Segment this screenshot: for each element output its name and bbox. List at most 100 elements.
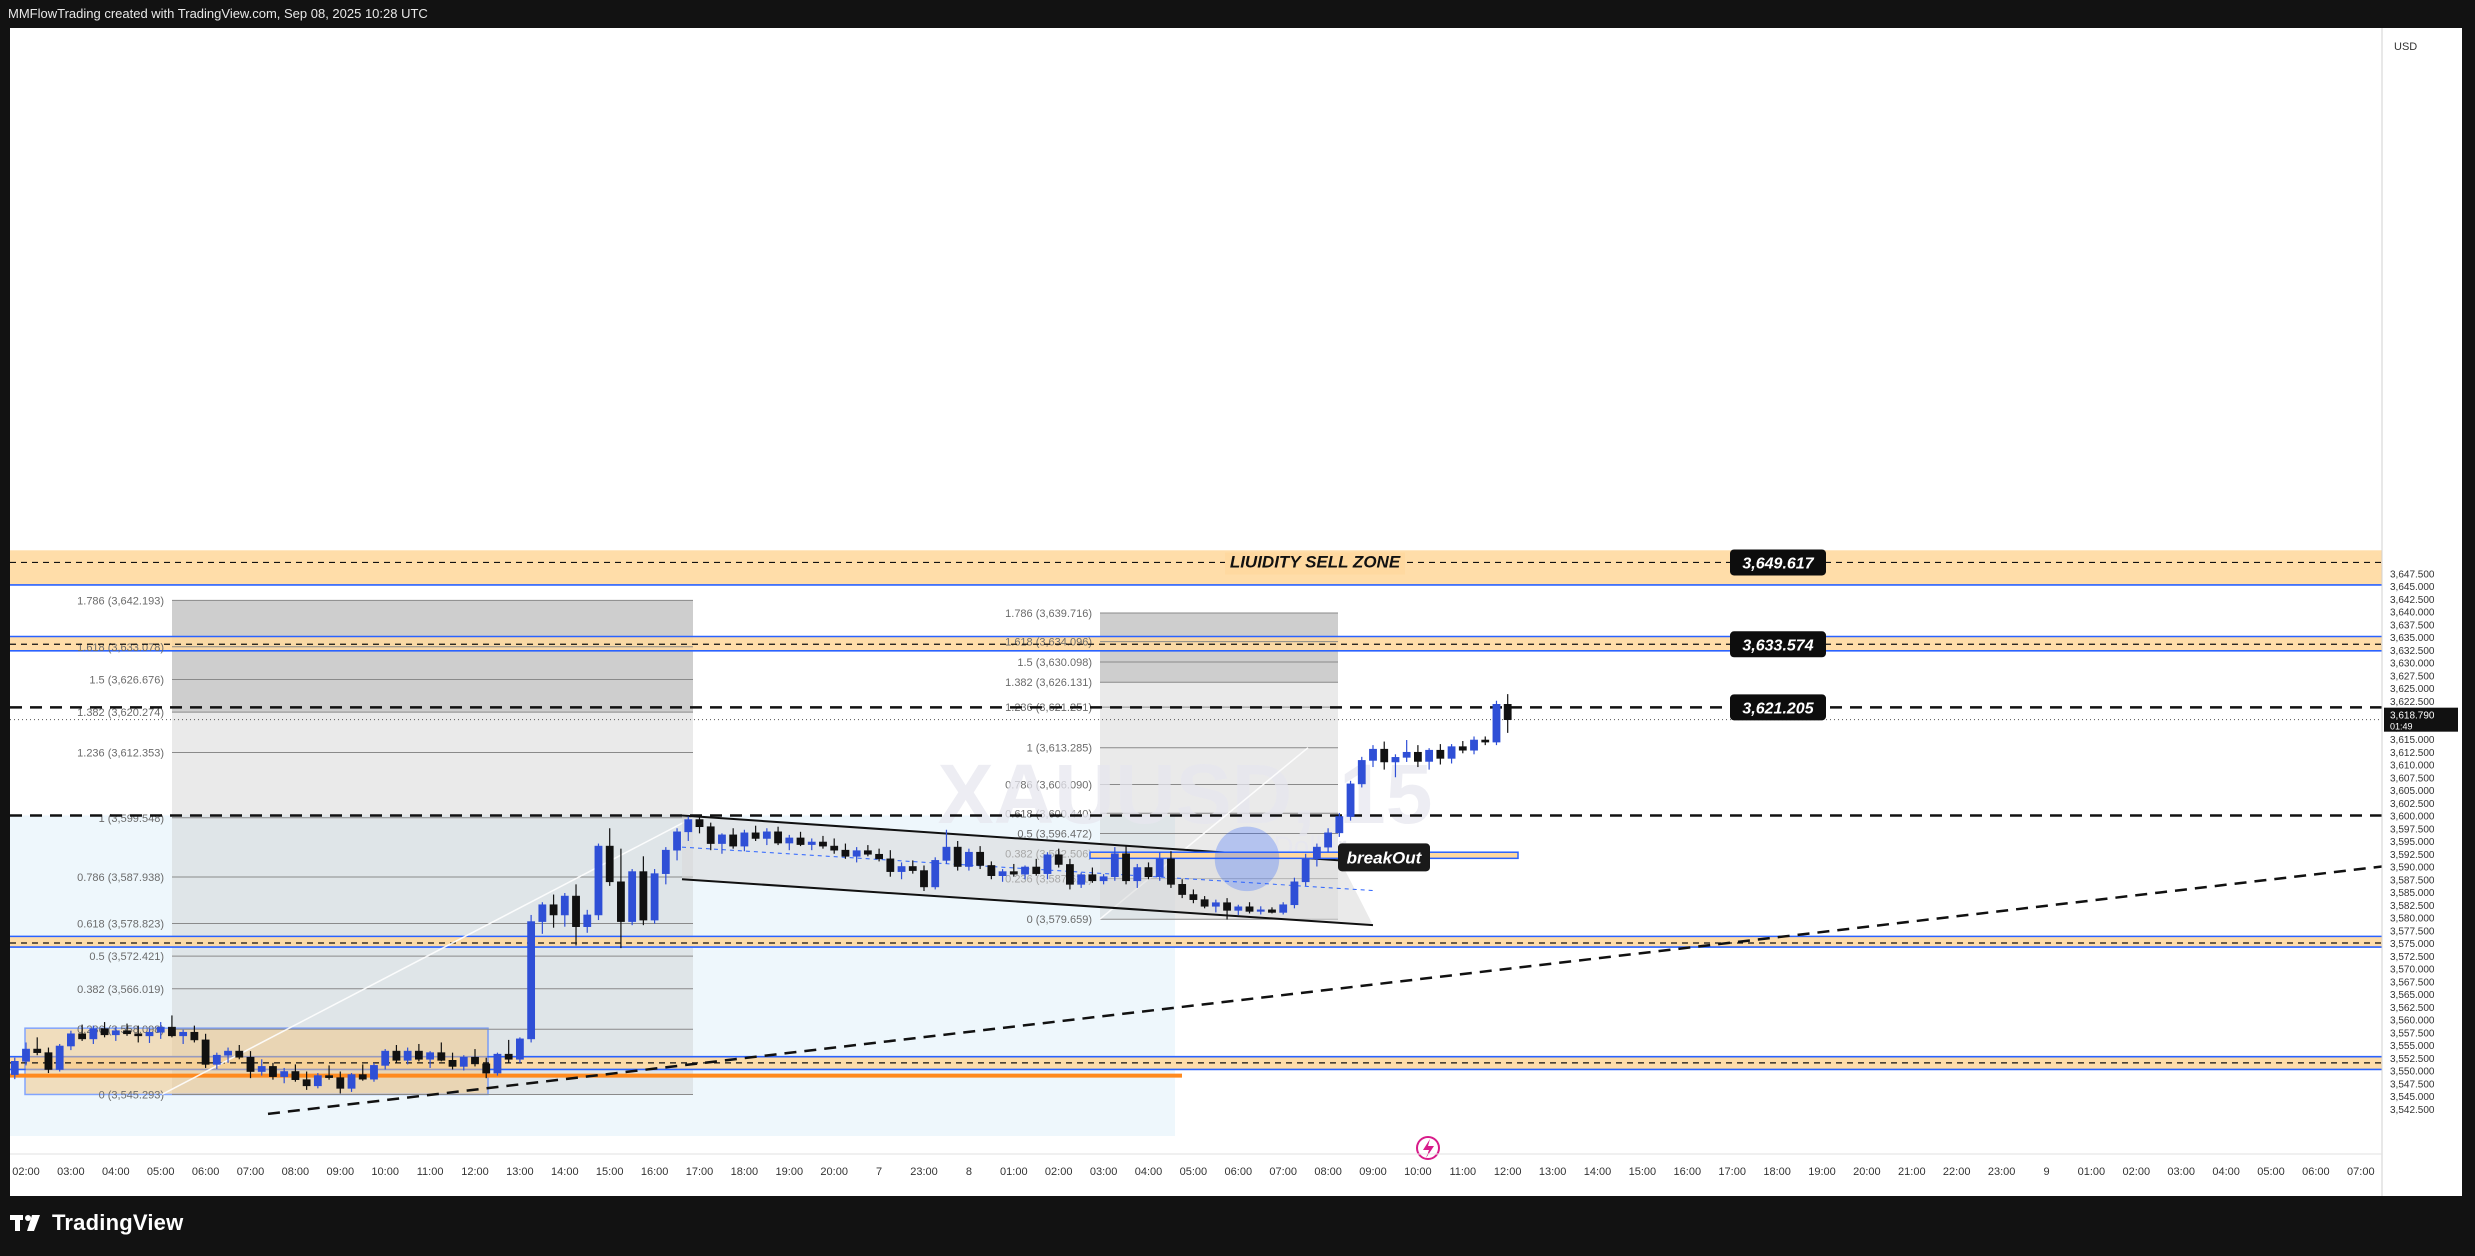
time-axis-tick: 03:00 xyxy=(2167,1166,2195,1178)
fib-left-level-label: 1.618 (3,633.078) xyxy=(77,642,164,654)
candle-body xyxy=(257,1066,266,1072)
price-axis-tick: 3,545.000 xyxy=(2390,1092,2435,1103)
candle-body xyxy=(302,1079,311,1087)
candle-body xyxy=(358,1074,367,1080)
fib-right-level-label: 0 (3,579.659) xyxy=(1027,914,1092,926)
candle-body xyxy=(1447,746,1456,759)
candle-body xyxy=(583,914,592,927)
candle-body xyxy=(1088,874,1097,882)
candle-body xyxy=(426,1052,434,1060)
candle-body xyxy=(156,1026,165,1033)
price-axis-tick: 3,642.500 xyxy=(2390,595,2435,606)
price-axis-tick: 3,602.500 xyxy=(2390,799,2435,810)
candle xyxy=(515,1037,524,1063)
chart-area[interactable]: 1.786 (3,642.193) 1.618 (3,633.078) 1.5 (3… xyxy=(10,28,2462,1196)
candle-body xyxy=(897,866,906,872)
candle xyxy=(594,843,603,921)
candle-body xyxy=(1122,853,1130,882)
price-axis-tick: 3,560.000 xyxy=(2390,1016,2435,1027)
time-axis-tick: 23:00 xyxy=(1988,1166,2016,1178)
credit-bar: MMFlowTrading created with TradingView.c… xyxy=(0,0,2475,28)
candle-body xyxy=(538,904,547,922)
candle xyxy=(313,1073,322,1089)
candle-body xyxy=(123,1030,131,1035)
candle-body xyxy=(774,831,782,844)
time-axis-tick: 02:00 xyxy=(2123,1166,2151,1178)
price-axis-tick: 3,550.000 xyxy=(2390,1067,2435,1078)
candle-body xyxy=(55,1045,64,1070)
time-axis-tick: 07:00 xyxy=(237,1166,265,1178)
candle-body xyxy=(1481,739,1490,743)
time-axis-tick: 7 xyxy=(876,1166,882,1178)
candle-body xyxy=(1380,748,1389,763)
candle-body xyxy=(1144,867,1153,878)
candle-body xyxy=(830,845,839,851)
candle-body xyxy=(1256,909,1265,912)
tradingview-logo[interactable]: TradingView xyxy=(10,1210,183,1236)
candle-body xyxy=(661,849,670,874)
time-axis-tick: 15:00 xyxy=(1629,1166,1657,1178)
time-axis-tick: 13:00 xyxy=(1539,1166,1567,1178)
price-axis-tick: 3,647.500 xyxy=(2390,569,2435,580)
price-axis-tick: 3,562.500 xyxy=(2390,1003,2435,1014)
last-price-value: 3,618.790 xyxy=(2390,711,2435,722)
candle-body xyxy=(1178,884,1187,895)
time-axis-tick: 20:00 xyxy=(1853,1166,1881,1178)
candle-body xyxy=(1032,866,1041,874)
candle-body xyxy=(650,873,659,921)
time-axis-tick: 15:00 xyxy=(596,1166,624,1178)
candle-body xyxy=(762,831,771,839)
time-axis-tick: 08:00 xyxy=(1314,1166,1342,1178)
breakout-circle xyxy=(1214,826,1280,892)
price-axis-tick: 3,552.500 xyxy=(2390,1054,2435,1065)
time-axis-tick: 07:00 xyxy=(1269,1166,1297,1178)
candle-body xyxy=(886,858,895,872)
candle-body xyxy=(1167,858,1175,885)
candle-body xyxy=(493,1053,502,1074)
time-axis-tick: 21:00 xyxy=(1898,1166,1926,1178)
candle-body xyxy=(280,1071,289,1077)
time-axis-tick: 22:00 xyxy=(1943,1166,1971,1178)
candle-body xyxy=(628,871,637,922)
candle-body xyxy=(718,834,726,844)
candle-body xyxy=(134,1033,143,1037)
candle-body xyxy=(1458,746,1467,751)
time-axis-tick: 14:00 xyxy=(1584,1166,1612,1178)
time-axis-tick: 19:00 xyxy=(1808,1166,1836,1178)
candle-body xyxy=(852,850,861,857)
candle-body xyxy=(381,1050,390,1066)
time-axis-tick: 09:00 xyxy=(327,1166,355,1178)
time-axis-tick: 05:00 xyxy=(147,1166,175,1178)
candle-body xyxy=(964,851,973,867)
candle-body xyxy=(347,1074,356,1089)
candle-body xyxy=(168,1026,176,1037)
liquidity-zone xyxy=(10,550,2382,585)
tradingview-brand-text: TradingView xyxy=(52,1210,184,1235)
candle-body xyxy=(44,1052,53,1070)
time-axis-tick: 06:00 xyxy=(2302,1166,2330,1178)
price-axis-tick: 3,630.000 xyxy=(2390,659,2435,670)
candle-body xyxy=(572,895,580,927)
sell-zone-label: LIUIDITY SELL ZONE xyxy=(1230,552,1401,571)
lightning-bolt xyxy=(1423,1139,1434,1158)
candle xyxy=(1470,736,1478,755)
candle-body xyxy=(953,846,962,867)
candle-body xyxy=(1268,909,1276,913)
fib-left-level-label: 0.5 (3,572.421) xyxy=(89,951,164,963)
candle-body xyxy=(336,1077,345,1089)
price-axis-tick: 3,570.000 xyxy=(2390,965,2435,976)
liquidity-zone xyxy=(10,936,2382,948)
time-axis-tick: 08:00 xyxy=(282,1166,310,1178)
liquidity-zone xyxy=(10,636,2382,651)
price-axis-tick: 3,557.500 xyxy=(2390,1028,2435,1039)
price-axis-tick: 3,577.500 xyxy=(2390,926,2435,937)
price-axis-tick: 3,625.000 xyxy=(2390,684,2435,695)
footer: TradingView xyxy=(10,1196,2462,1256)
candle-body xyxy=(269,1066,277,1077)
fib-right-level-label: 1.382 (3,626.131) xyxy=(1005,677,1092,689)
fib-left-level-label: 0 (3,545.293) xyxy=(99,1090,164,1102)
price-chart[interactable]: 1.786 (3,642.193) 1.618 (3,633.078) 1.5 (3… xyxy=(10,28,2462,1196)
candle-body xyxy=(796,837,805,845)
candle xyxy=(493,1052,502,1076)
time-axis-tick: 06:00 xyxy=(1225,1166,1253,1178)
